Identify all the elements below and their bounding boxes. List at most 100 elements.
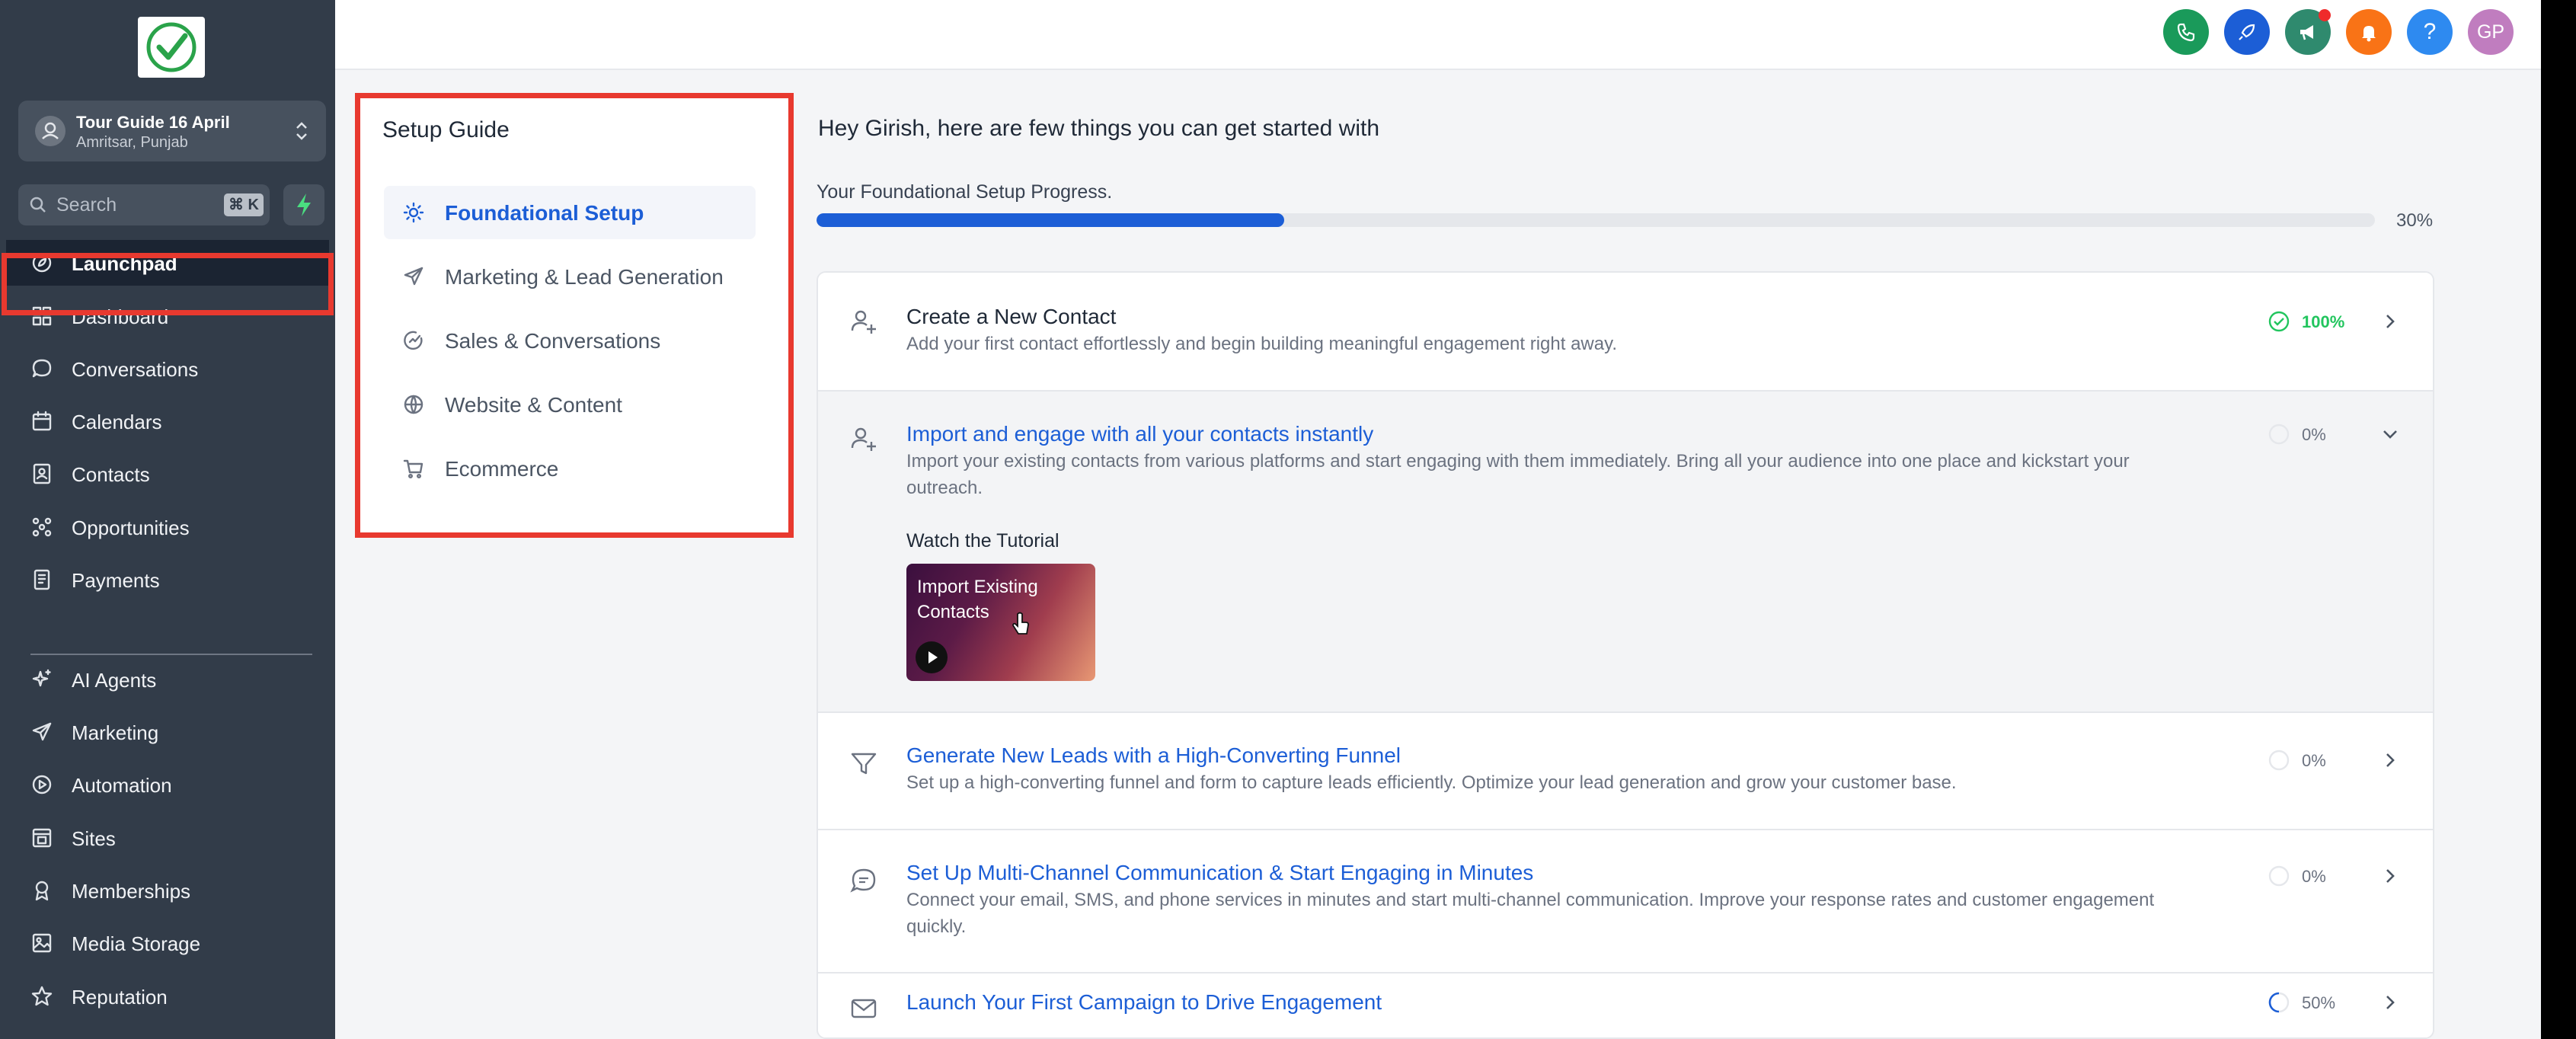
- add-user-icon: [849, 306, 879, 337]
- sidebar-item-payments[interactable]: Payments: [0, 557, 335, 603]
- task-list: Create a New Contact Add your first cont…: [817, 271, 2434, 1039]
- task-row[interactable]: Create a New Contact Add your first cont…: [818, 273, 2433, 392]
- progress-bar-fill: [817, 213, 1284, 227]
- task-status: 0%: [2265, 746, 2372, 774]
- task-description: Add your first contact effortlessly and …: [906, 334, 1617, 354]
- sidebar-divider: [30, 654, 312, 655]
- watch-tutorial-label: Watch the Tutorial: [906, 530, 1059, 551]
- location-name: Tour Guide 16 April: [76, 113, 230, 132]
- right-edge: [2541, 0, 2576, 1039]
- empty-circle-icon: [2265, 420, 2293, 448]
- task-title[interactable]: Set Up Multi-Channel Communication & Sta…: [906, 861, 1533, 885]
- sidebar-item-label: Marketing: [72, 721, 159, 744]
- task-row[interactable]: Generate New Leads with a High-Convertin…: [818, 713, 2433, 830]
- task-description: Import your existing contacts from vario…: [906, 451, 2130, 498]
- membership-icon: [30, 879, 53, 902]
- task-row[interactable]: Launch Your First Campaign to Drive Enga…: [818, 973, 2433, 1037]
- sidebar-item-label: Opportunities: [72, 516, 190, 539]
- task-row-expanded[interactable]: Import and engage with all your contacts…: [818, 392, 2433, 713]
- company-logo[interactable]: [138, 17, 205, 78]
- progress-bar: [817, 213, 2375, 227]
- task-status: 100%: [2265, 308, 2372, 335]
- announcements-button[interactable]: [2285, 9, 2331, 55]
- search-icon: [29, 196, 47, 214]
- top-bar: ? GP: [335, 0, 2541, 70]
- task-title: Create a New Contact: [906, 305, 1117, 328]
- notification-dot: [2319, 9, 2331, 21]
- avatar-initials: GP: [2476, 21, 2505, 43]
- cursor-hand-icon: [1010, 611, 1033, 638]
- rocket-button[interactable]: [2224, 9, 2270, 55]
- progress-percent: 30%: [2396, 210, 2434, 231]
- sparkle-icon: [30, 668, 53, 691]
- empty-circle-icon: [2265, 862, 2293, 890]
- sidebar-item-marketing[interactable]: Marketing: [0, 709, 335, 755]
- automation-icon: [30, 773, 53, 796]
- sidebar-item-conversations[interactable]: Conversations: [0, 346, 335, 392]
- task-title[interactable]: Generate New Leads with a High-Convertin…: [906, 743, 1401, 768]
- empty-circle-icon: [2265, 746, 2293, 774]
- sidebar-item-sites[interactable]: Sites: [0, 815, 335, 861]
- sidebar: Tour Guide 16 April Amritsar, Punjab Sea…: [0, 0, 335, 1039]
- rocket-icon: [2224, 21, 2270, 43]
- calendar-icon: [30, 410, 53, 433]
- sidebar-item-label: Reputation: [72, 986, 168, 1009]
- task-title[interactable]: Launch Your First Campaign to Drive Enga…: [906, 990, 1382, 1015]
- payments-icon: [30, 568, 53, 591]
- task-status: 0%: [2265, 420, 2372, 448]
- chevron-right-icon[interactable]: [2376, 862, 2404, 890]
- chevron-right-icon[interactable]: [2376, 308, 2404, 335]
- sidebar-item-opportunities[interactable]: Opportunities: [0, 504, 335, 550]
- sidebar-item-ai-agents[interactable]: AI Agents: [0, 657, 335, 702]
- search-input[interactable]: Search ⌘ K: [18, 184, 270, 225]
- task-description: Set up a high-converting funnel and form…: [906, 772, 1957, 793]
- sidebar-item-memberships[interactable]: Memberships: [0, 868, 335, 913]
- tutorial-video-thumbnail[interactable]: Import Existing Contacts: [906, 564, 1095, 681]
- search-placeholder: Search: [56, 194, 117, 216]
- chevron-right-icon[interactable]: [2376, 989, 2404, 1016]
- play-icon[interactable]: [916, 641, 948, 673]
- sidebar-item-reputation[interactable]: Reputation: [0, 973, 335, 1019]
- chevron-right-icon[interactable]: [2376, 746, 2404, 774]
- task-title[interactable]: Import and engage with all your contacts…: [906, 422, 1373, 446]
- notifications-button[interactable]: [2346, 9, 2392, 55]
- search-shortcut-badge: ⌘ K: [224, 193, 264, 216]
- setup-guide-highlight-box: [355, 93, 794, 538]
- location-switcher[interactable]: Tour Guide 16 April Amritsar, Punjab: [18, 101, 326, 161]
- phone-button[interactable]: [2163, 9, 2209, 55]
- sidebar-item-label: AI Agents: [72, 669, 157, 692]
- sites-icon: [30, 826, 53, 849]
- sidebar-item-label: Memberships: [72, 880, 191, 903]
- phone-icon: [2163, 21, 2209, 43]
- sidebar-item-label: Conversations: [72, 358, 199, 381]
- opportunities-icon: [30, 516, 53, 539]
- task-description: Connect your email, SMS, and phone servi…: [906, 890, 2155, 937]
- contacts-icon: [30, 462, 53, 485]
- sidebar-item-automation[interactable]: Automation: [0, 762, 335, 807]
- progress-label: Your Foundational Setup Progress.: [817, 181, 1113, 203]
- sidebar-item-contacts[interactable]: Contacts: [0, 451, 335, 497]
- launchpad-highlight-box: [2, 253, 334, 315]
- task-status: 0%: [2265, 862, 2372, 890]
- star-icon: [30, 985, 53, 1008]
- quick-actions-button[interactable]: [283, 184, 324, 225]
- sidebar-item-media-storage[interactable]: Media Storage: [0, 920, 335, 966]
- task-percent: 50%: [2302, 993, 2336, 1012]
- location-address: Amritsar, Punjab: [76, 134, 188, 151]
- user-avatar[interactable]: GP: [2468, 9, 2514, 55]
- location-avatar-icon: [35, 116, 66, 146]
- task-percent: 0%: [2302, 425, 2326, 444]
- task-row[interactable]: Set Up Multi-Channel Communication & Sta…: [818, 830, 2433, 973]
- video-title: Import Existing Contacts: [917, 577, 1038, 622]
- sidebar-item-label: Automation: [72, 774, 172, 797]
- sidebar-item-label: Payments: [72, 569, 160, 592]
- task-percent: 100%: [2302, 312, 2345, 331]
- add-user-icon: [849, 424, 879, 454]
- sidebar-item-label: Calendars: [72, 411, 162, 433]
- task-percent: 0%: [2302, 867, 2326, 886]
- sidebar-item-calendars[interactable]: Calendars: [0, 398, 335, 444]
- envelope-icon: [849, 993, 879, 1024]
- chevron-down-icon[interactable]: [2376, 420, 2404, 448]
- help-button[interactable]: ?: [2407, 9, 2453, 55]
- send-icon: [30, 721, 53, 743]
